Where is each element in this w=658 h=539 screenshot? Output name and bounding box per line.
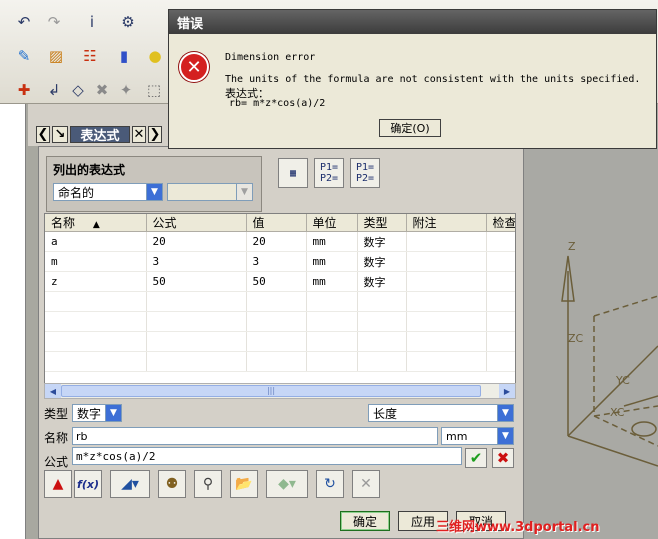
watermark: 三维网www.3dportal.cn: [436, 520, 600, 535]
listed-secondary-select: ▼: [167, 183, 253, 201]
dimension-select[interactable]: 长度 ▼: [368, 404, 514, 422]
horizontal-scrollbar[interactable]: ◀ ||| ▶: [44, 383, 516, 399]
column-header-value[interactable]: 值: [246, 214, 307, 232]
csys-triad: Z ZC YC XC: [561, 240, 658, 467]
scroll-right-icon[interactable]: ▶: [499, 384, 515, 398]
table-row[interactable]: a 20 20 mm 数字: [45, 231, 515, 252]
tab-title[interactable]: 表达式: [70, 126, 130, 144]
link-icon[interactable]: ↲: [42, 78, 66, 102]
error-line-2: The units of the formula are not consist…: [225, 74, 641, 85]
error-line-4: rb= m*z*cos(a)/2: [229, 98, 326, 109]
column-header-unit[interactable]: 单位: [306, 214, 358, 232]
name-label: 名称: [44, 431, 69, 445]
refresh-link-icon[interactable]: ↻: [316, 470, 344, 498]
listed-expressions-label: 列出的表达式: [53, 163, 126, 177]
update-icon: ◆▾: [266, 470, 308, 498]
error-dialog: 错误 ✕ Dimension error The units of the fo…: [168, 9, 657, 149]
chevron-down-icon[interactable]: ▼: [146, 184, 162, 200]
listed-filter-select[interactable]: 命名的 ▼: [53, 183, 163, 201]
unit-select[interactable]: mm ▼: [441, 427, 514, 445]
tab-pin-icon[interactable]: ↘: [52, 126, 68, 143]
chevron-down-icon: ▼: [236, 184, 252, 200]
table-row: [45, 311, 515, 332]
pattern-icon[interactable]: ☷: [78, 44, 102, 68]
error-line-1: Dimension error: [225, 52, 316, 63]
info-icon[interactable]: i: [80, 10, 104, 34]
formula-input[interactable]: m*z*cos(a)/2: [72, 447, 462, 465]
table-row: [45, 331, 515, 352]
cylinder-icon[interactable]: ▮: [112, 44, 136, 68]
analysis-icon[interactable]: ⚙: [116, 10, 140, 34]
listed-expressions-group: 列出的表达式 命名的 ▼ ▼: [46, 156, 262, 212]
name-input[interactable]: rb: [72, 427, 438, 445]
dimension-value: 长度: [373, 406, 398, 421]
function-fx-button[interactable]: f(x): [74, 470, 102, 498]
point-icon[interactable]: ✚: [12, 78, 36, 102]
delete-icon: ✕: [352, 470, 380, 498]
sketch-icon[interactable]: ✎: [12, 44, 36, 68]
table-row[interactable]: m 3 3 mm 数字: [45, 251, 515, 272]
column-header-note[interactable]: 附注: [406, 214, 487, 232]
navigator-strip: [0, 104, 26, 539]
column-header-name[interactable]: 名称 ▲: [45, 214, 147, 232]
table-row: [45, 291, 515, 312]
axis-xc-label: XC: [610, 406, 625, 419]
spreadsheet-icon[interactable]: ▦: [278, 158, 308, 188]
scroll-left-icon[interactable]: ◀: [45, 384, 61, 398]
type-value: 数字: [77, 406, 102, 421]
ok-button[interactable]: 确定: [340, 511, 390, 531]
type-select[interactable]: 数字 ▼: [72, 404, 122, 422]
axis-zc-label: ZC: [568, 332, 584, 345]
scroll-thumb[interactable]: |||: [61, 385, 481, 397]
tab-close-icon[interactable]: ✕: [132, 126, 146, 143]
table-row: [45, 351, 515, 372]
chevron-down-icon[interactable]: ▼: [497, 405, 513, 421]
reference-icon[interactable]: ⚉: [158, 470, 186, 498]
move-icon[interactable]: ✦: [114, 78, 138, 102]
import-expressions-icon[interactable]: P1= P2=: [314, 158, 344, 188]
type-label: 类型: [44, 407, 69, 421]
link-key-icon[interactable]: ⚲: [194, 470, 222, 498]
unit-value: mm: [446, 429, 468, 443]
tab-next-icon[interactable]: ❯: [148, 126, 162, 143]
accept-check-icon[interactable]: ✔: [465, 448, 487, 468]
axis-z-label: Z: [568, 240, 576, 253]
column-header-formula[interactable]: 公式: [146, 214, 247, 232]
chevron-down-icon[interactable]: ▼: [497, 428, 513, 444]
transform-icon[interactable]: ✖: [90, 78, 114, 102]
sphere-icon[interactable]: ●: [143, 44, 167, 68]
redo-icon[interactable]: ↷: [42, 10, 66, 34]
expressions-table[interactable]: 名称 ▲ 公式 值 单位 类型 附注 检查 a 20 20 mm 数字 m 3: [44, 213, 516, 398]
dialog-title[interactable]: 错误: [169, 10, 656, 34]
error-ok-button[interactable]: 确定(O): [379, 119, 441, 137]
tab-prev-icon[interactable]: ❮: [36, 126, 50, 143]
select-box-icon[interactable]: ⬚: [142, 78, 166, 102]
sort-ascending-icon: ▲: [92, 220, 100, 230]
measure-icon[interactable]: ◢▾: [110, 470, 150, 498]
column-header-type[interactable]: 类型: [357, 214, 407, 232]
undo-icon[interactable]: ↶: [12, 10, 36, 34]
triangle-up-icon[interactable]: ▲: [44, 470, 72, 498]
eraser-icon[interactable]: ◇: [66, 78, 90, 102]
export-expressions-icon[interactable]: P1= P2=: [350, 158, 380, 188]
reject-x-icon[interactable]: ✖: [492, 448, 514, 468]
chevron-down-icon[interactable]: ▼: [105, 405, 121, 421]
open-folder-icon[interactable]: 📂: [230, 470, 258, 498]
table-row[interactable]: z 50 50 mm 数字: [45, 271, 515, 292]
extrude-icon[interactable]: ▨: [44, 44, 68, 68]
graphics-viewport[interactable]: Z ZC YC XC: [524, 146, 658, 539]
axis-yc-label: YC: [615, 374, 630, 387]
error-icon: ✕: [179, 52, 209, 82]
column-header-check[interactable]: 检查: [486, 214, 515, 232]
formula-label: 公式: [44, 455, 69, 469]
listed-filter-value: 命名的: [58, 185, 95, 200]
